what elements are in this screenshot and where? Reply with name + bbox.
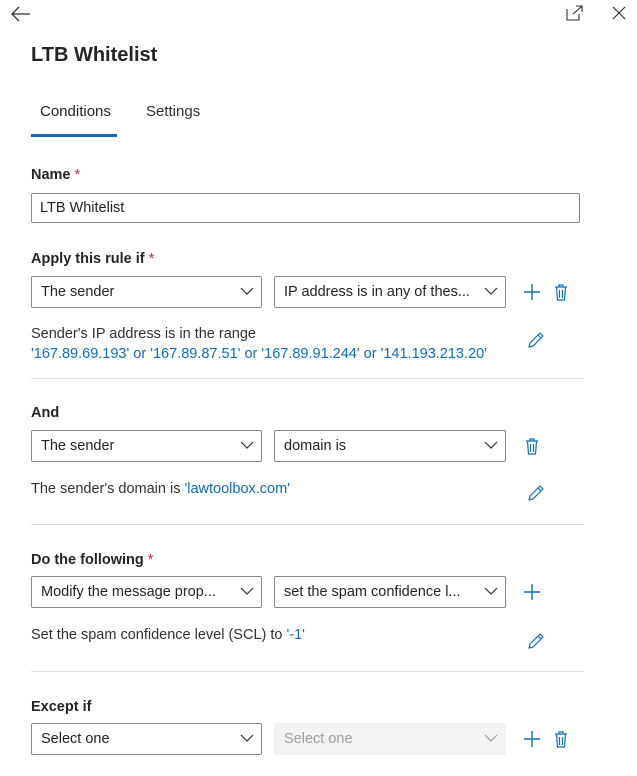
plus-icon [524, 584, 540, 600]
action-description-text: Set the spam confidence level (SCL) to [31, 627, 283, 643]
except-subject-dropdown[interactable]: Select one [31, 723, 262, 755]
name-input[interactable]: LTB Whitelist [31, 193, 580, 223]
delete-exception-button[interactable] [550, 727, 572, 751]
chevron-down-icon [484, 587, 498, 595]
arrow-left-icon [11, 6, 30, 22]
add-condition-button[interactable] [520, 280, 544, 304]
plus-icon [524, 731, 540, 747]
section-divider [31, 524, 584, 525]
apply-rule-subject-dropdown[interactable]: The sender [31, 276, 262, 308]
page-title: LTB Whitelist [31, 44, 158, 66]
and-subject-dropdown[interactable]: The sender [31, 430, 262, 462]
add-action-button[interactable] [520, 580, 544, 604]
section-divider [31, 671, 584, 672]
dropdown-value: Modify the message prop... [41, 584, 216, 600]
chevron-down-icon [484, 441, 498, 449]
trash-icon [555, 284, 567, 301]
edit-action-button[interactable] [524, 629, 548, 653]
dropdown-value: domain is [284, 438, 347, 454]
chevron-down-icon [240, 734, 254, 742]
action-label-text: Do the following [31, 552, 144, 568]
chevron-down-icon [240, 441, 254, 449]
apply-rule-condition-dropdown[interactable]: IP address is in any of thes... [274, 276, 506, 308]
action-label: Do the following * [31, 552, 153, 568]
chevron-down-icon [240, 287, 254, 295]
trash-icon [526, 438, 538, 455]
except-condition-dropdown: Select one [274, 723, 506, 755]
trash-icon [555, 731, 567, 748]
dropdown-value: set the spam confidence l... [284, 584, 461, 600]
section-divider [31, 378, 584, 379]
except-label: Except if [31, 699, 92, 715]
apply-rule-label: Apply this rule if * [31, 251, 154, 267]
dropdown-value: The sender [41, 438, 115, 454]
pencil-icon [528, 332, 544, 348]
add-exception-button[interactable] [520, 727, 544, 751]
action-type-dropdown[interactable]: Modify the message prop... [31, 576, 262, 608]
name-label-text: Name [31, 167, 71, 183]
action-detail-dropdown[interactable]: set the spam confidence l... [274, 576, 506, 608]
back-button[interactable] [6, 2, 36, 26]
scl-value-link[interactable]: '-1' [287, 627, 305, 643]
required-mark: * [148, 251, 155, 267]
chevron-down-icon [484, 734, 498, 742]
chevron-down-icon [484, 287, 498, 295]
and-description: The sender's domain is 'lawtoolbox.com' [31, 481, 290, 497]
plus-icon [524, 284, 540, 300]
edit-and-condition-button[interactable] [524, 481, 548, 505]
required-mark: * [74, 167, 81, 183]
popout-icon [566, 5, 583, 21]
delete-and-condition-button[interactable] [521, 434, 543, 458]
and-condition-dropdown[interactable]: domain is [274, 430, 506, 462]
active-tab-indicator [31, 134, 117, 137]
dropdown-value: IP address is in any of thes... [284, 284, 470, 300]
tab-settings[interactable]: Settings [146, 103, 200, 120]
pencil-icon [528, 485, 544, 501]
close-icon [612, 6, 626, 20]
name-label: Name * [31, 167, 80, 183]
pencil-icon [528, 633, 544, 649]
tab-conditions[interactable]: Conditions [40, 103, 111, 120]
ip-range-link[interactable]: '167.89.69.193' or '167.89.87.51' or '16… [31, 346, 487, 362]
and-label: And [31, 405, 60, 421]
apply-rule-label-text: Apply this rule if [31, 251, 145, 267]
dropdown-value: Select one [41, 731, 110, 747]
edit-condition-button[interactable] [524, 328, 548, 352]
required-mark: * [147, 552, 154, 568]
domain-link[interactable]: 'lawtoolbox.com' [185, 481, 290, 497]
and-description-text: The sender's domain is [31, 481, 181, 497]
apply-rule-description: Sender's IP address is in the range [31, 326, 256, 342]
chevron-down-icon [240, 587, 254, 595]
delete-condition-button[interactable] [550, 280, 572, 304]
dropdown-placeholder: Select one [284, 731, 353, 747]
action-description: Set the spam confidence level (SCL) to '… [31, 627, 305, 643]
popout-button[interactable] [563, 2, 587, 24]
dropdown-value: The sender [41, 284, 115, 300]
close-button[interactable] [607, 2, 631, 24]
